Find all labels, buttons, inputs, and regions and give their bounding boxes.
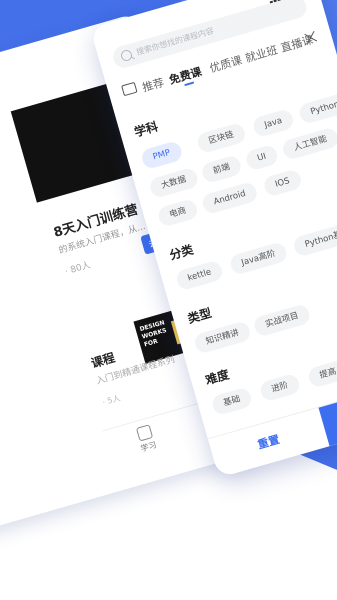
chip-blockchain[interactable]: 区块链	[195, 121, 247, 155]
chip-project[interactable]: 实战项目	[252, 303, 312, 338]
section-title-subject: 学科	[132, 119, 160, 140]
nav-label: 学习	[139, 440, 158, 454]
search-placeholder: 搜索你想找的课程内容	[135, 26, 215, 57]
chip-android[interactable]: Android	[200, 180, 259, 216]
chip-ui[interactable]: UI	[244, 143, 280, 172]
chip-kettle[interactable]: kettle	[174, 259, 225, 292]
thumbnail-text: DESIGN WORKS FOR	[138, 319, 168, 349]
section-title-category: 分类	[167, 242, 195, 263]
section-title-type: 类型	[186, 305, 214, 326]
tab-recommended[interactable]: 推荐	[140, 74, 166, 95]
chip-python-basics[interactable]: Python基础语法	[291, 214, 337, 258]
chip-advanced[interactable]: 提高	[306, 358, 337, 389]
chip-ai[interactable]: 人工智能	[280, 126, 337, 162]
chip-java[interactable]: Java	[251, 108, 296, 139]
chip-knowledge[interactable]: 知识精讲	[192, 320, 253, 355]
chip-java-advanced[interactable]: Java高阶	[228, 241, 289, 276]
tab-quality[interactable]: 优质课	[208, 52, 244, 76]
chip-intermediate[interactable]: 进阶	[258, 372, 302, 403]
section-title-level: 难度	[203, 367, 231, 388]
chip-basic[interactable]: 基础	[210, 386, 254, 417]
chip-ecommerce[interactable]: 电商	[156, 197, 200, 228]
chip-pmp[interactable]: PMP	[139, 140, 184, 171]
chip-python[interactable]: Python	[297, 91, 337, 126]
nav-item-study[interactable]: 学习	[123, 421, 169, 458]
tab-employment[interactable]: 就业班	[243, 42, 279, 66]
chip-big-data[interactable]: 大数据	[148, 166, 200, 200]
course-meta: · 5人	[101, 393, 122, 408]
book-icon	[135, 424, 154, 442]
chip-ios[interactable]: IOS	[262, 168, 303, 198]
chip-frontend[interactable]: 前端	[200, 154, 244, 185]
search-icon	[119, 48, 134, 63]
